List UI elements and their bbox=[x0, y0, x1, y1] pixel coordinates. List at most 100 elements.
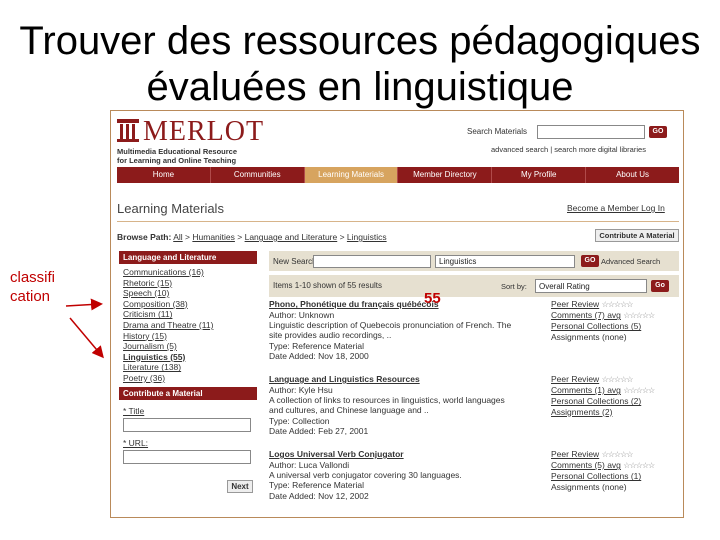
nav-member-directory[interactable]: Member Directory bbox=[398, 167, 493, 183]
search-links[interactable]: advanced search | search more digital li… bbox=[491, 145, 646, 154]
result-line: Type: Reference Material bbox=[269, 340, 364, 351]
nav-communities[interactable]: Communities bbox=[211, 167, 305, 183]
results-count: Items 1-10 shown of 55 results bbox=[273, 281, 382, 290]
contribute-material-button[interactable]: Contribute A Material bbox=[595, 229, 679, 242]
breadcrumb-language-literature[interactable]: Language and Literature bbox=[245, 232, 338, 242]
search-label: Search Materials bbox=[467, 127, 528, 136]
peer-review-link[interactable]: Peer Review bbox=[551, 299, 599, 309]
slide-title-line2: évaluées en linguistique bbox=[146, 65, 574, 109]
assignments-link[interactable]: Assignments (2) bbox=[551, 407, 612, 417]
category-item[interactable]: Journalism (5) bbox=[123, 341, 253, 352]
nav-about-us[interactable]: About Us bbox=[586, 167, 679, 183]
assignments-text: Assignments (none) bbox=[551, 481, 627, 492]
result-line: Linguistic description of Quebecois pron… bbox=[269, 320, 512, 331]
merlot-screenshot: MERLOT Multimedia Educational Resource f… bbox=[110, 110, 684, 518]
category-header: Language and Literature bbox=[119, 251, 257, 264]
merlot-logo-text: MERLOT bbox=[143, 116, 265, 147]
category-item[interactable]: Literature (138) bbox=[123, 362, 253, 373]
sort-select[interactable]: Overall Rating bbox=[535, 279, 647, 293]
search-input[interactable] bbox=[537, 125, 645, 139]
result-line: Author: Kyle Hsu bbox=[269, 385, 333, 395]
result-line: and cultures, and Chinese language and .… bbox=[269, 405, 429, 416]
category-item[interactable]: Criticism (11) bbox=[123, 309, 253, 320]
member-login-links[interactable]: Become a Member Log In bbox=[567, 203, 665, 213]
sort-label: Sort by: bbox=[501, 282, 527, 291]
results-bar: Items 1-10 shown of 55 results Sort by: … bbox=[269, 275, 679, 297]
merlot-logo[interactable]: MERLOT Multimedia Educational Resource f… bbox=[117, 117, 317, 167]
category-item-linguistics[interactable]: Linguistics (55) bbox=[123, 352, 253, 363]
count-annotation: 55 bbox=[424, 290, 441, 307]
personal-collections-link[interactable]: Personal Collections (2) bbox=[551, 396, 641, 406]
breadcrumb-linguistics[interactable]: Linguistics bbox=[347, 232, 387, 242]
advanced-search-link[interactable]: Advanced Search bbox=[601, 257, 660, 266]
url-label: * URL: bbox=[123, 437, 149, 448]
classification-annotation: classifi cation bbox=[10, 269, 56, 305]
category-list: Communications (16) Rhetoric (15) Speech… bbox=[119, 264, 257, 387]
arrow-to-list-icon bbox=[69, 317, 104, 359]
result-line: A universal verb conjugator covering 30 … bbox=[269, 470, 462, 481]
new-search-input[interactable] bbox=[313, 255, 431, 268]
category-item[interactable]: Speech (10) bbox=[123, 288, 253, 299]
title-label: * Title bbox=[123, 405, 145, 416]
main-navbar: Home Communities Learning Materials Memb… bbox=[117, 167, 679, 183]
comments-link[interactable]: Comments (7) avg bbox=[551, 310, 621, 320]
result-line: Type: Collection bbox=[269, 415, 330, 426]
sort-go-button[interactable]: Go bbox=[651, 280, 669, 292]
rating-stars-icon: ☆☆☆☆☆ bbox=[623, 311, 655, 321]
result-line: Author: Unknown bbox=[269, 310, 335, 320]
category-item[interactable]: Drama and Theatre (11) bbox=[123, 320, 253, 331]
category-item[interactable]: Communications (16) bbox=[123, 267, 253, 278]
results-area: New Search: Linguistics GO Advanced Sear… bbox=[269, 251, 679, 517]
merlot-logo-icon bbox=[117, 119, 139, 143]
rating-stars-icon: ☆☆☆☆☆ bbox=[601, 375, 634, 384]
result-item: Phono, Phonétique du français québécois … bbox=[269, 299, 679, 372]
arrow-to-categories-icon bbox=[65, 298, 103, 311]
category-item[interactable]: Poetry (36) bbox=[123, 373, 253, 384]
nav-my-profile[interactable]: My Profile bbox=[492, 167, 587, 183]
nav-learning-materials[interactable]: Learning Materials bbox=[304, 167, 399, 183]
rating-stars-icon: ☆☆☆☆☆ bbox=[601, 450, 634, 459]
result-line: Date Added: Feb 27, 2001 bbox=[269, 425, 369, 436]
category-item[interactable]: History (15) bbox=[123, 331, 253, 342]
peer-review-link[interactable]: Peer Review bbox=[551, 374, 599, 384]
result-line: Date Added: Nov 18, 2000 bbox=[269, 350, 369, 361]
new-search-bar: New Search: Linguistics GO Advanced Sear… bbox=[269, 251, 679, 271]
comments-link[interactable]: Comments (1) avg bbox=[551, 385, 621, 395]
nav-home[interactable]: Home bbox=[117, 167, 211, 183]
result-line: Type: Reference Material bbox=[269, 480, 364, 491]
rating-stars-icon: ☆☆☆☆☆ bbox=[623, 386, 655, 396]
category-item[interactable]: Rhetoric (15) bbox=[123, 278, 253, 289]
divider bbox=[117, 221, 679, 222]
new-search-select[interactable]: Linguistics bbox=[435, 255, 575, 268]
rating-stars-icon: ☆☆☆☆☆ bbox=[623, 461, 655, 471]
result-line: A collection of links to resources in li… bbox=[269, 395, 505, 406]
new-search-label: New Search: bbox=[273, 257, 319, 266]
slide: Trouver des ressources pédagogiques éval… bbox=[0, 0, 720, 540]
category-item[interactable]: Composition (38) bbox=[123, 299, 253, 310]
next-button[interactable]: Next bbox=[227, 479, 253, 493]
breadcrumb-humanities[interactable]: Humanities bbox=[192, 232, 235, 242]
result-side-links: Peer Review ☆☆☆☆☆ Comments (1) avg ☆☆☆☆☆… bbox=[551, 374, 677, 417]
breadcrumb-all[interactable]: All bbox=[173, 232, 182, 242]
peer-review-link[interactable]: Peer Review bbox=[551, 449, 599, 459]
personal-collections-link[interactable]: Personal Collections (1) bbox=[551, 471, 641, 481]
url-input[interactable] bbox=[123, 449, 251, 464]
result-item: Language and Linguistics Resources Autho… bbox=[269, 374, 679, 447]
result-line: Date Added: Nov 12, 2002 bbox=[269, 490, 369, 501]
comments-link[interactable]: Comments (5) avg bbox=[551, 460, 621, 470]
left-sidebar: Language and Literature Communications (… bbox=[119, 251, 257, 497]
new-search-go-button[interactable]: GO bbox=[581, 255, 599, 267]
contribute-header: Contribute a Material bbox=[119, 386, 257, 400]
result-side-links: Peer Review ☆☆☆☆☆ Comments (5) avg ☆☆☆☆☆… bbox=[551, 449, 677, 492]
assignments-text: Assignments (none) bbox=[551, 331, 627, 342]
rating-stars-icon: ☆☆☆☆☆ bbox=[601, 300, 634, 309]
search-go-button[interactable]: GO bbox=[649, 126, 667, 138]
slide-title: Trouver des ressources pédagogiques éval… bbox=[0, 18, 720, 110]
result-line: site provides audio recordings, .. bbox=[269, 330, 392, 341]
result-line: Author: Luca Vallondi bbox=[269, 460, 350, 470]
personal-collections-link[interactable]: Personal Collections (5) bbox=[551, 321, 641, 331]
breadcrumb: Browse Path: All > Humanities > Language… bbox=[117, 232, 387, 242]
logo-subtitle-line2: for Learning and Online Teaching bbox=[117, 156, 237, 165]
result-side-links: Peer Review ☆☆☆☆☆ Comments (7) avg ☆☆☆☆☆… bbox=[551, 299, 677, 342]
title-input[interactable] bbox=[123, 417, 251, 432]
